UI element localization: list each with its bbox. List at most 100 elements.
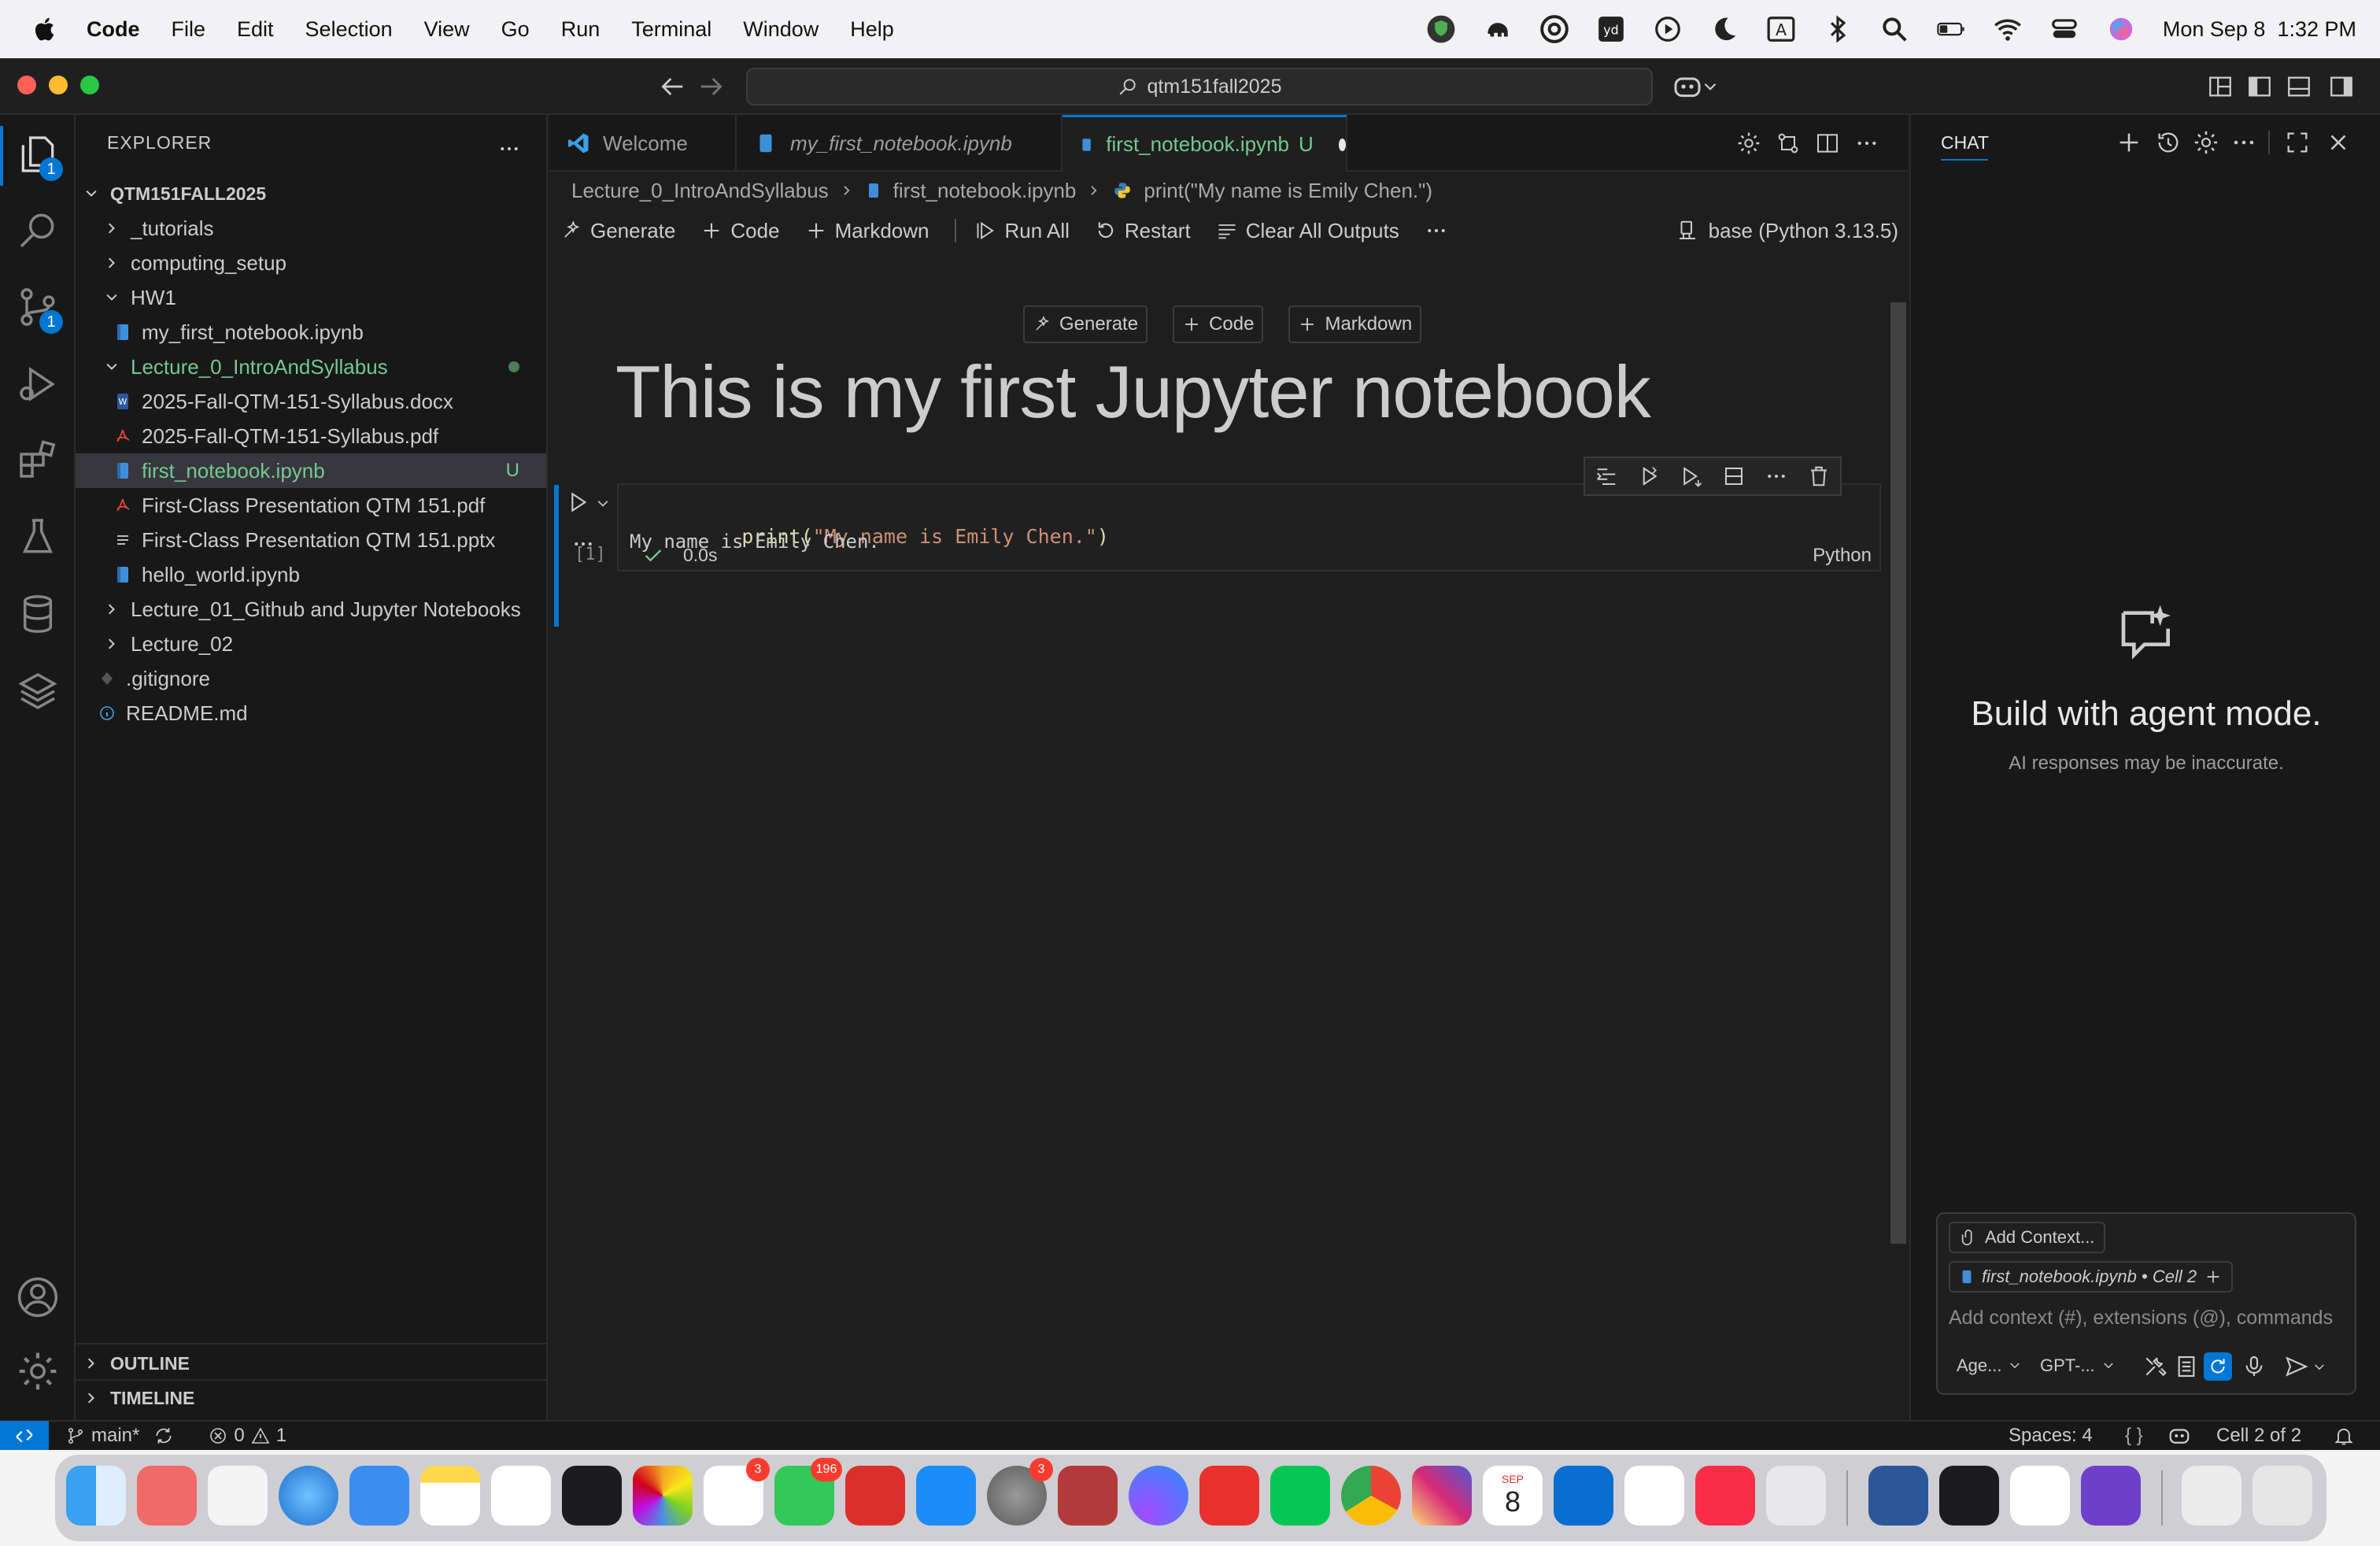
- restart-button[interactable]: Restart: [1095, 219, 1191, 243]
- chat-mode-picker[interactable]: Age...: [1957, 1356, 2022, 1376]
- add-context-button[interactable]: Add Context...: [1949, 1222, 2106, 1253]
- context-file-chip[interactable]: first_notebook.ipynb • Cell 2: [1949, 1261, 2234, 1293]
- menubar-clock[interactable]: Mon Sep 8 1:32 PM: [2163, 17, 2356, 42]
- file-readme[interactable]: README.md: [76, 696, 546, 730]
- sync-icon[interactable]: [153, 1426, 174, 1446]
- github-desktop-icon[interactable]: [2081, 1466, 2141, 1526]
- toggle-primary-sidebar-icon[interactable]: [2246, 71, 2273, 102]
- run-by-line-icon[interactable]: [1595, 464, 1618, 488]
- wifi-icon[interactable]: [1993, 14, 2023, 44]
- safari-icon[interactable]: [279, 1466, 338, 1526]
- menu-edit[interactable]: Edit: [237, 17, 274, 42]
- braces-icon[interactable]: { }: [2125, 1425, 2143, 1447]
- file-syllabus-docx[interactable]: W 2025-Fall-QTM-151-Syllabus.docx: [76, 384, 546, 419]
- more-actions-icon[interactable]: [2230, 129, 2257, 156]
- acrobat-icon[interactable]: [845, 1466, 905, 1526]
- cell-position[interactable]: Cell 2 of 2: [2216, 1425, 2301, 1447]
- spotlight-search-icon[interactable]: [1879, 14, 1909, 44]
- layers-activity[interactable]: [16, 669, 60, 713]
- branch-indicator[interactable]: main*: [66, 1425, 139, 1447]
- menu-help[interactable]: Help: [850, 17, 894, 42]
- gear-icon[interactable]: [2193, 129, 2219, 156]
- inline-markdown-button[interactable]: Markdown: [1288, 305, 1422, 343]
- folder-lecture-0[interactable]: Lecture_0_IntroAndSyllabus: [76, 350, 546, 384]
- history-icon[interactable]: [2155, 129, 2182, 156]
- trash-icon[interactable]: [2252, 1466, 2312, 1526]
- menu-go[interactable]: Go: [501, 17, 530, 42]
- apple-logo-icon[interactable]: [31, 15, 60, 43]
- run-options-chevron-icon[interactable]: [595, 496, 611, 512]
- folder-hw1[interactable]: HW1: [76, 280, 546, 315]
- execute-below-icon[interactable]: [1680, 464, 1703, 488]
- apple-tv-icon[interactable]: [562, 1466, 622, 1526]
- youdao-dict-icon[interactable]: [1199, 1466, 1259, 1526]
- split-cell-icon[interactable]: [1722, 464, 1746, 488]
- folder-lecture-01[interactable]: Lecture_01_Github and Jupyter Notebooks: [76, 592, 546, 627]
- menu-app-name[interactable]: Code: [87, 17, 140, 42]
- split-editor-icon[interactable]: [1815, 131, 1840, 156]
- moon-icon[interactable]: [1709, 14, 1739, 44]
- file-presentation-pptx[interactable]: First-Class Presentation QTM 151.pptx: [76, 523, 546, 557]
- remote-indicator[interactable]: [0, 1421, 49, 1451]
- inline-code-button[interactable]: Code: [1173, 305, 1264, 343]
- more-actions-icon[interactable]: [497, 137, 521, 161]
- mail-icon[interactable]: [349, 1466, 409, 1526]
- explorer-activity[interactable]: 1: [16, 132, 63, 181]
- input-source-icon[interactable]: A: [1766, 14, 1796, 44]
- menu-window[interactable]: Window: [743, 17, 819, 42]
- battery-icon[interactable]: [1936, 14, 1966, 44]
- auto-approve-toggle[interactable]: [2204, 1352, 2232, 1381]
- app-store-icon[interactable]: [916, 1466, 976, 1526]
- copilot-chevron-icon[interactable]: [1700, 71, 1720, 102]
- toggle-secondary-sidebar-icon[interactable]: [2328, 71, 2355, 102]
- tab-welcome[interactable]: Welcome: [549, 115, 737, 172]
- file-hello-world[interactable]: hello_world.ipynb: [76, 557, 546, 592]
- menu-file[interactable]: File: [172, 17, 206, 42]
- file-my-first-notebook[interactable]: my_first_notebook.ipynb: [76, 315, 546, 350]
- command-center-search[interactable]: qtm151fall2025: [746, 68, 1653, 105]
- search-activity[interactable]: [16, 208, 60, 252]
- breadcrumb-file[interactable]: first_notebook.ipynb: [893, 179, 1077, 203]
- launchpad-icon[interactable]: [208, 1466, 268, 1526]
- menu-run[interactable]: Run: [561, 17, 601, 42]
- file-first-notebook[interactable]: first_notebook.ipynb U: [76, 453, 546, 488]
- maximize-icon[interactable]: [2284, 129, 2311, 156]
- notifications-bell-icon[interactable]: [2333, 1425, 2355, 1447]
- notes-icon[interactable]: [420, 1466, 480, 1526]
- terminal-icon[interactable]: [1939, 1466, 1999, 1526]
- tools-icon[interactable]: [2142, 1354, 2168, 1379]
- menu-selection[interactable]: Selection: [305, 17, 393, 42]
- add-code-button[interactable]: Code: [700, 219, 780, 243]
- timeline-section[interactable]: TIMELINE: [76, 1381, 546, 1415]
- notebook-settings-icon[interactable]: [1736, 131, 1761, 156]
- vscode-dock-icon[interactable]: [2010, 1466, 2070, 1526]
- more-actions-icon[interactable]: [1425, 219, 1448, 242]
- run-all-button[interactable]: Run All: [975, 219, 1070, 243]
- manage-activity[interactable]: [16, 1349, 60, 1393]
- tab-first-notebook[interactable]: first_notebook.ipynb U: [1062, 115, 1347, 172]
- markdown-heading[interactable]: This is my first Jupyter notebook: [615, 350, 1651, 435]
- window-zoom-button[interactable]: [80, 76, 99, 94]
- messenger-icon[interactable]: [1129, 1466, 1188, 1526]
- source-control-activity[interactable]: 1: [16, 285, 63, 334]
- problems-indicator[interactable]: 0 1: [209, 1425, 286, 1447]
- inline-generate-button[interactable]: Generate: [1023, 305, 1148, 343]
- word-icon[interactable]: [1868, 1466, 1928, 1526]
- nav-forward-icon[interactable]: [696, 71, 727, 102]
- media-play-icon[interactable]: [1653, 14, 1683, 44]
- line-icon[interactable]: [1270, 1466, 1330, 1526]
- youdao-icon[interactable]: yd: [1596, 14, 1626, 44]
- extensions-activity[interactable]: [16, 438, 60, 482]
- testing-activity[interactable]: [16, 515, 60, 559]
- send-options-chevron-icon[interactable]: [2312, 1360, 2326, 1374]
- output-more-icon[interactable]: [571, 532, 595, 556]
- iphone-mirroring-icon[interactable]: [1766, 1466, 1826, 1526]
- open-changes-icon[interactable]: [1776, 131, 1801, 156]
- chat-input-field[interactable]: Add context (#), extensions (@), command…: [1949, 1307, 2350, 1335]
- shield-status-icon[interactable]: [1426, 14, 1456, 44]
- folder-tutorials[interactable]: _tutorials: [76, 211, 546, 246]
- copilot-icon[interactable]: [1672, 71, 1703, 102]
- tab-my-first-notebook[interactable]: my_first_notebook.ipynb: [737, 115, 1062, 172]
- file-syllabus-pdf[interactable]: 2025-Fall-QTM-151-Syllabus.pdf: [76, 419, 546, 453]
- outline-section[interactable]: OUTLINE: [76, 1346, 546, 1381]
